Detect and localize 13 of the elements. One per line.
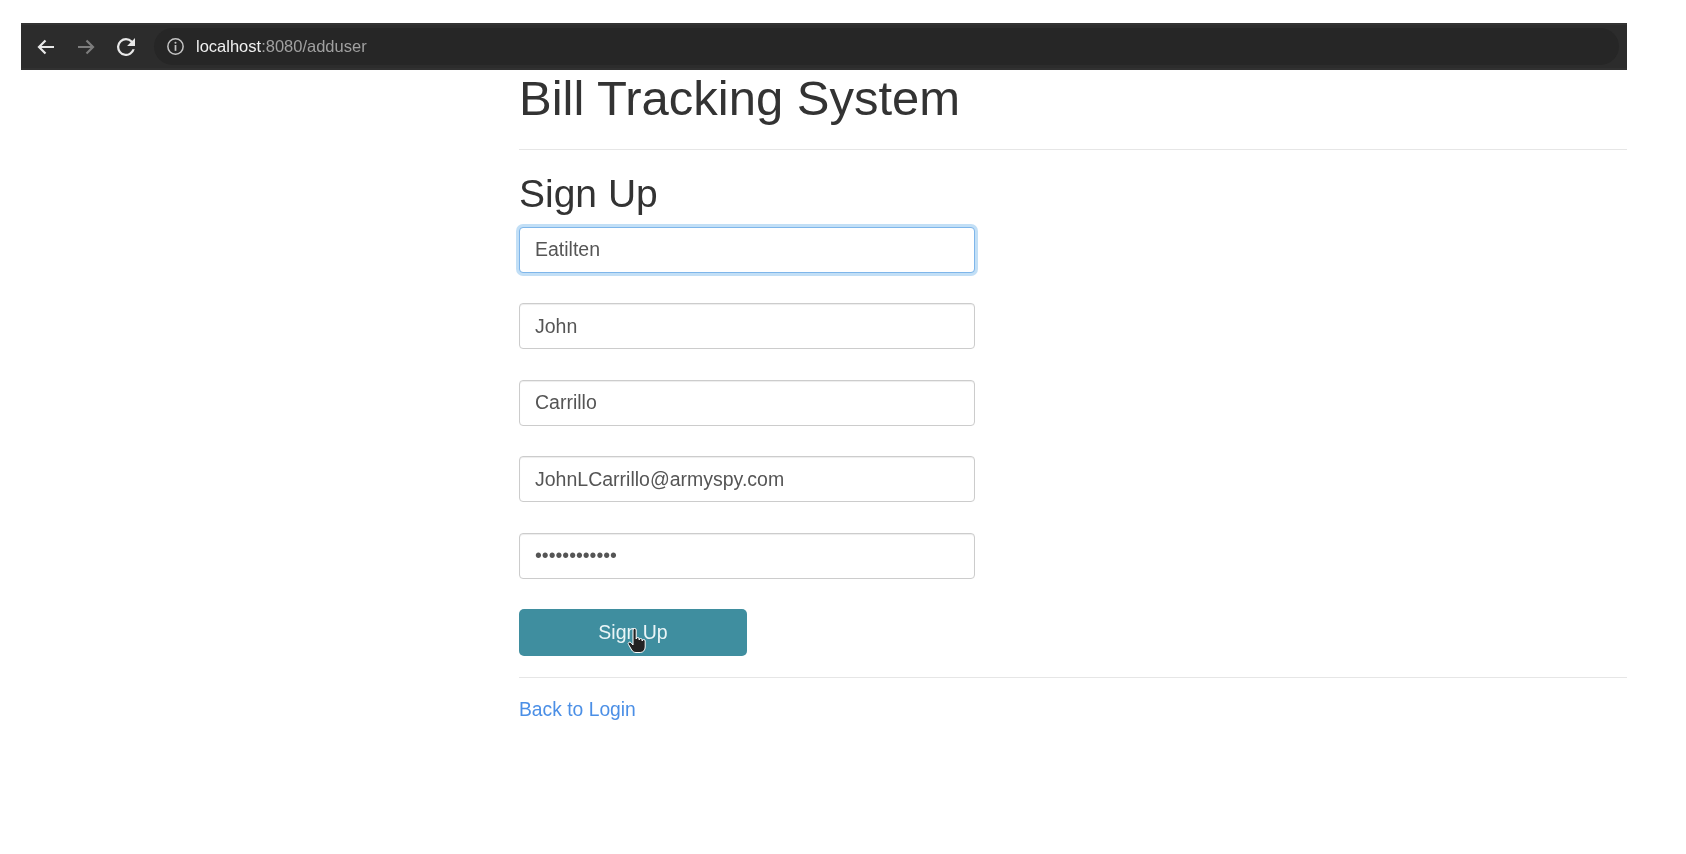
input-field[interactable]: Eatilten xyxy=(519,226,975,273)
input-field[interactable]: JohnLCarrillo@armyspy.com xyxy=(519,456,975,503)
input-field[interactable]: •••••••••••• xyxy=(519,532,975,579)
input-field[interactable]: John xyxy=(519,303,975,350)
right-arrow-icon xyxy=(77,38,95,55)
left-arrow-icon xyxy=(37,38,55,55)
form-heading: Sign Up xyxy=(519,172,659,216)
url-text: localhost:8080/adduser xyxy=(196,36,367,57)
page-heading: Bill Tracking System xyxy=(519,72,962,126)
input-field[interactable]: Carrillo xyxy=(519,379,975,426)
info-icon xyxy=(167,38,184,55)
address-bar[interactable]: localhost:8080/adduser xyxy=(154,28,1619,65)
refresh-icon xyxy=(117,37,135,56)
